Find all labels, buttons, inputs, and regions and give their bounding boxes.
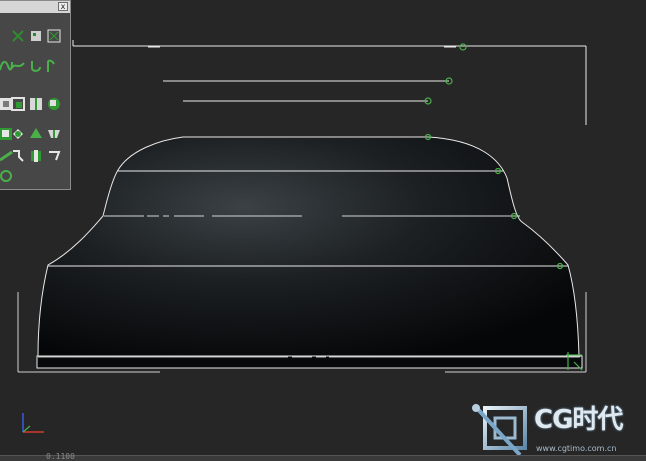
base-plinth[interactable] <box>36 355 583 369</box>
trim-icon[interactable] <box>28 148 44 164</box>
snap-icon[interactable] <box>28 28 44 44</box>
blend-icon[interactable] <box>46 96 62 112</box>
viewport[interactable]: x 0.1100 CG时代 www.cgtimo.com.cn <box>0 0 646 461</box>
fillet-icon[interactable] <box>46 58 62 74</box>
status-readout: 0.1100 <box>46 452 75 461</box>
soft-selection-icon[interactable] <box>10 28 26 44</box>
viewport-canvas[interactable] <box>0 0 646 461</box>
sweep-icon[interactable] <box>10 148 26 164</box>
cap-icon[interactable] <box>10 126 26 142</box>
normal-icon[interactable] <box>0 168 14 184</box>
copy-surface-icon[interactable] <box>10 96 26 112</box>
palette-titlebar[interactable]: x <box>0 1 70 13</box>
watermark-url: www.cgtimo.com.cn <box>536 444 617 453</box>
axis-tripod <box>22 413 44 433</box>
lathe-icon[interactable] <box>28 126 44 142</box>
grid-snap-icon[interactable] <box>46 28 62 44</box>
hook-icon[interactable] <box>28 58 44 74</box>
curve-icon[interactable] <box>10 58 26 74</box>
axis-z <box>22 425 31 433</box>
watermark: CG时代 www.cgtimo.com.cn <box>472 402 644 458</box>
chamfer-icon[interactable] <box>46 126 62 142</box>
nurbs-surface[interactable] <box>37 136 580 357</box>
palette-close-button[interactable]: x <box>58 2 68 11</box>
watermark-brand: CG时代 <box>534 405 623 435</box>
break-icon[interactable] <box>46 148 62 164</box>
extrude-icon[interactable] <box>28 96 44 112</box>
cv-handle[interactable] <box>459 43 467 51</box>
